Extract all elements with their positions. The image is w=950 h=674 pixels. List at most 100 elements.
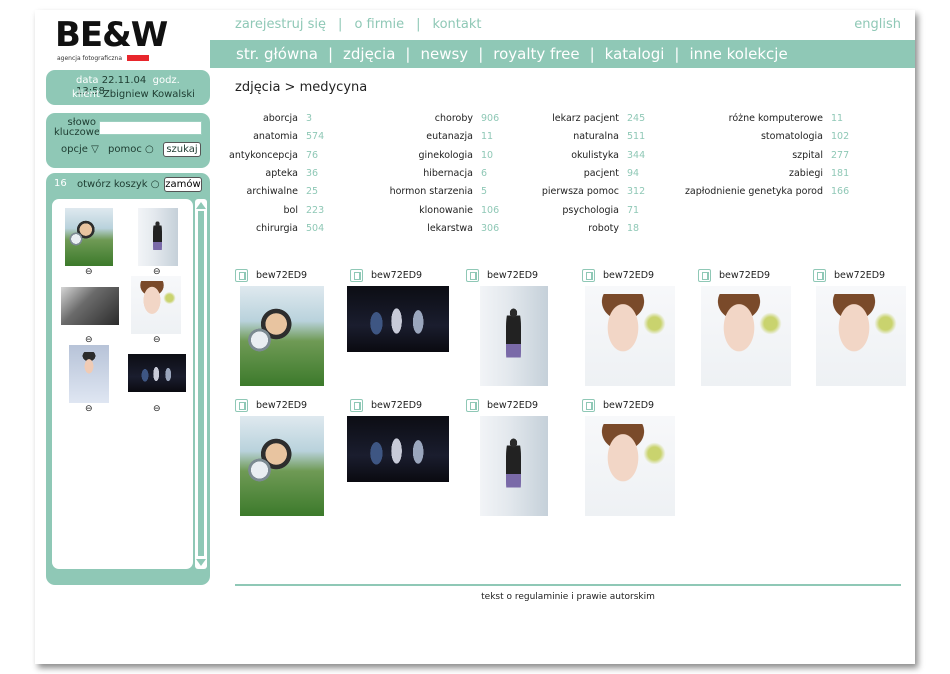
category-item[interactable]: apteka 36	[265, 168, 330, 179]
category-name[interactable]: zabiegi	[789, 168, 823, 179]
category-item[interactable]: klonowanie 106	[419, 205, 505, 216]
cart-item-thumbnail[interactable]	[69, 345, 109, 403]
add-to-cart-icon[interactable]	[350, 398, 363, 412]
category-item[interactable]: psychologia 71	[562, 205, 651, 216]
category-item[interactable]: zabiegi 181	[789, 168, 855, 179]
category-name[interactable]: zapłodnienie genetyka porod	[685, 186, 823, 197]
category-name[interactable]: stomatologia	[761, 131, 823, 142]
category-name[interactable]: klonowanie	[419, 205, 473, 216]
category-item[interactable]: anatomia 574	[253, 131, 330, 142]
category-name[interactable]: naturalna	[573, 131, 619, 142]
category-item[interactable]: ginekologia 10	[419, 150, 505, 161]
category-item[interactable]: eutanazja 11	[426, 131, 505, 142]
scroll-track[interactable]	[198, 211, 204, 556]
category-item[interactable]: aborcja 3	[263, 113, 330, 124]
category-item[interactable]: chirurgia 504	[256, 223, 330, 234]
order-button[interactable]: zamów	[164, 177, 202, 192]
category-item[interactable]: choroby 906	[435, 113, 505, 124]
category-name[interactable]: chirurgia	[256, 223, 298, 234]
add-to-cart-icon[interactable]	[235, 268, 248, 282]
remove-from-cart-icon[interactable]: ⊖	[153, 335, 161, 345]
category-item[interactable]: archiwalne 25	[247, 186, 331, 197]
keyword-input[interactable]	[99, 121, 202, 135]
open-cart-link[interactable]: otwórz koszyk ○	[77, 179, 160, 190]
category-name[interactable]: okulistyka	[571, 150, 619, 161]
scroll-down-icon[interactable]	[196, 559, 206, 566]
cart-item-thumbnail[interactable]	[61, 287, 119, 325]
cart-item-thumbnail[interactable]	[138, 208, 178, 266]
photo-thumbnail[interactable]	[585, 286, 675, 386]
register-link[interactable]: zarejestruj się	[235, 17, 326, 32]
category-item[interactable]: antykoncepcja 76	[229, 150, 330, 161]
photo-thumbnail[interactable]	[240, 416, 324, 516]
category-name[interactable]: pierwsza pomoc	[542, 186, 619, 197]
language-link[interactable]: english	[854, 17, 901, 32]
add-to-cart-icon[interactable]	[698, 268, 711, 282]
add-to-cart-icon[interactable]	[582, 268, 595, 282]
category-name[interactable]: archiwalne	[247, 186, 299, 197]
add-to-cart-icon[interactable]	[235, 398, 248, 412]
category-item[interactable]: zapłodnienie genetyka porod 166	[685, 186, 855, 197]
category-item[interactable]: hormon starzenia 5	[390, 186, 505, 197]
category-item[interactable]: okulistyka 344	[571, 150, 651, 161]
photo-thumbnail[interactable]	[585, 416, 675, 516]
category-item[interactable]: szpital 277	[792, 150, 855, 161]
category-name[interactable]: antykoncepcja	[229, 150, 298, 161]
scroll-up-icon[interactable]	[196, 202, 206, 209]
category-item[interactable]: hibernacja 6	[423, 168, 505, 179]
cart-item-thumbnail[interactable]	[128, 354, 186, 392]
category-name[interactable]: hibernacja	[423, 168, 473, 179]
photo-thumbnail[interactable]	[347, 286, 449, 352]
category-name[interactable]: roboty	[588, 223, 619, 234]
cart-item-thumbnail[interactable]	[131, 276, 181, 334]
category-name[interactable]: różne komputerowe	[729, 113, 823, 124]
about-link[interactable]: o firmie	[354, 17, 404, 32]
category-item[interactable]: pacjent 94	[584, 168, 651, 179]
category-item[interactable]: stomatologia 102	[761, 131, 855, 142]
nav-news[interactable]: newsy	[420, 45, 468, 63]
nav-home[interactable]: str. główna	[236, 45, 318, 63]
category-name[interactable]: psychologia	[562, 205, 619, 216]
category-item[interactable]: roboty 18	[588, 223, 651, 234]
add-to-cart-icon[interactable]	[466, 398, 479, 412]
add-to-cart-icon[interactable]	[582, 398, 595, 412]
terms-link[interactable]: tekst o regulaminie i prawie autorskim	[235, 592, 901, 602]
nav-other-collections[interactable]: inne kolekcje	[689, 45, 787, 63]
category-item[interactable]: lekarz pacjent 245	[552, 113, 651, 124]
agency-logo[interactable]: BE&W agencja fotograficzna	[55, 16, 200, 68]
category-item[interactable]: pierwsza pomoc 312	[542, 186, 651, 197]
add-to-cart-icon[interactable]	[466, 268, 479, 282]
photo-thumbnail[interactable]	[480, 286, 548, 386]
category-item[interactable]: różne komputerowe 11	[729, 113, 855, 124]
category-name[interactable]: anatomia	[253, 131, 298, 142]
nav-royalty-free[interactable]: royalty free	[493, 45, 579, 63]
remove-from-cart-icon[interactable]: ⊖	[85, 267, 93, 277]
category-name[interactable]: lekarz pacjent	[552, 113, 619, 124]
category-name[interactable]: hormon starzenia	[390, 186, 473, 197]
help-toggle[interactable]: pomoc ○	[108, 144, 154, 155]
photo-thumbnail[interactable]	[701, 286, 791, 386]
remove-from-cart-icon[interactable]: ⊖	[85, 335, 93, 345]
cart-scrollbar[interactable]	[195, 199, 207, 569]
category-name[interactable]: choroby	[435, 113, 473, 124]
remove-from-cart-icon[interactable]: ⊖	[153, 404, 161, 414]
add-to-cart-icon[interactable]	[813, 268, 826, 282]
options-toggle[interactable]: opcje ▽	[61, 144, 99, 155]
photo-thumbnail[interactable]	[816, 286, 906, 386]
nav-photos[interactable]: zdjęcia	[343, 45, 395, 63]
category-name[interactable]: pacjent	[584, 168, 619, 179]
search-button[interactable]: szukaj	[163, 142, 201, 157]
photo-thumbnail[interactable]	[240, 286, 324, 386]
remove-from-cart-icon[interactable]: ⊖	[85, 404, 93, 414]
photo-thumbnail[interactable]	[347, 416, 449, 482]
photo-thumbnail[interactable]	[480, 416, 548, 516]
category-item[interactable]: naturalna 511	[573, 131, 651, 142]
category-item[interactable]: bol 223	[284, 205, 330, 216]
contact-link[interactable]: kontakt	[433, 17, 482, 32]
category-name[interactable]: bol	[284, 205, 298, 216]
category-name[interactable]: eutanazja	[426, 131, 473, 142]
category-name[interactable]: apteka	[265, 168, 298, 179]
nav-catalogs[interactable]: katalogi	[605, 45, 665, 63]
category-item[interactable]: lekarstwa 306	[427, 223, 505, 234]
category-name[interactable]: szpital	[792, 150, 823, 161]
